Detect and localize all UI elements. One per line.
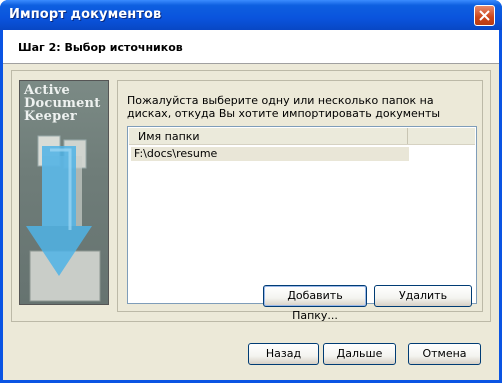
window-title: Импорт документов [9, 7, 162, 22]
folder-list-header: Имя папки [129, 128, 475, 145]
delete-button[interactable]: Удалить [374, 285, 472, 307]
down-arrow-icon [26, 135, 101, 302]
close-icon [479, 10, 490, 21]
cancel-button[interactable]: Отмена [408, 343, 481, 365]
back-button[interactable]: Назад [248, 343, 319, 365]
next-button[interactable]: Дальше [323, 343, 396, 365]
close-button[interactable] [474, 5, 495, 26]
dialog-client-area: Шаг 2: Выбор источников Active Document … [3, 30, 499, 380]
product-banner: Active Document Keeper [19, 80, 109, 305]
wizard-header: Шаг 2: Выбор источников [3, 30, 499, 64]
banner-line-3: Keeper [24, 109, 77, 124]
column-header-empty [409, 128, 475, 144]
add-folder-button[interactable]: Добавить Папку... [263, 285, 367, 322]
title-bar[interactable]: Импорт документов [0, 0, 502, 30]
step-title: Шаг 2: Выбор источников [18, 41, 183, 54]
dialog-window: Импорт документов Шаг 2: Выбор источнико… [0, 0, 502, 383]
instructions-text: Пожалуйста выберите одну или несколько п… [127, 94, 441, 120]
folder-row[interactable]: F:\docs\resume [131, 147, 409, 161]
column-header-folder-name[interactable]: Имя папки [129, 128, 408, 144]
folder-list[interactable]: Имя папки F:\docs\resume [127, 126, 477, 304]
